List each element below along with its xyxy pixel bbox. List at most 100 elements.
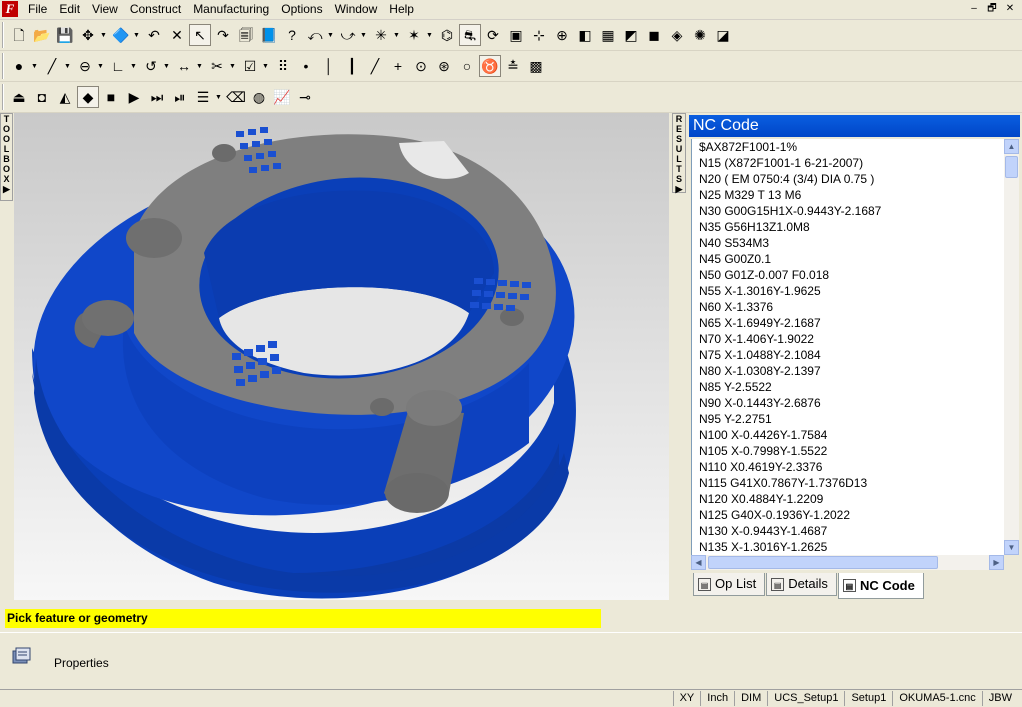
- dropdown-arrow-icon[interactable]: ▼: [97, 63, 104, 70]
- dropdown-arrow-icon[interactable]: ▼: [130, 63, 137, 70]
- play-icon[interactable]: ▶: [123, 86, 145, 108]
- menu-construct[interactable]: Construct: [124, 0, 187, 19]
- nc-line[interactable]: N50 G01Z-0.007 F0.018: [692, 267, 1005, 283]
- toolbox-tab[interactable]: T O O L B O X ▶: [0, 113, 13, 201]
- save-icon[interactable]: 💾: [54, 24, 76, 46]
- nc-line[interactable]: N125 G40X-0.1936Y-1.2022: [692, 507, 1005, 523]
- crosshair-icon[interactable]: +: [387, 55, 409, 77]
- menu-edit[interactable]: Edit: [53, 0, 86, 19]
- mesh-icon[interactable]: ▦: [597, 24, 619, 46]
- restore-button[interactable]: 🗗: [984, 1, 1000, 16]
- color-icon[interactable]: ◈: [666, 24, 688, 46]
- center-point-icon[interactable]: ⊛: [433, 55, 455, 77]
- stop-icon[interactable]: ■: [100, 86, 122, 108]
- checkbox-icon[interactable]: ☑: [239, 55, 261, 77]
- vertical-scrollbar[interactable]: ▲ ▼: [1004, 139, 1019, 555]
- pocket-icon[interactable]: ◭: [54, 86, 76, 108]
- stock-icon[interactable]: ▣: [505, 24, 527, 46]
- diagonal-icon[interactable]: ╱: [364, 55, 386, 77]
- scroll-down-icon[interactable]: ▼: [1004, 540, 1019, 555]
- dropdown-arrow-icon[interactable]: ▼: [393, 32, 400, 39]
- concentric-square-icon[interactable]: ◘: [31, 86, 53, 108]
- app-logo-icon[interactable]: F: [2, 1, 18, 17]
- curve-icon[interactable]: ⤺: [304, 24, 326, 46]
- open-folder-icon[interactable]: 📂: [31, 24, 53, 46]
- grid-toggle-icon[interactable]: ▩: [525, 55, 547, 77]
- vertical-scroll-thumb[interactable]: [1005, 156, 1018, 178]
- expand-arrow-icon[interactable]: ▶: [673, 184, 685, 194]
- menu-view[interactable]: View: [86, 0, 124, 19]
- help-book-icon[interactable]: 📘: [258, 24, 280, 46]
- view-3d-icon[interactable]: ◧: [574, 24, 596, 46]
- shaded-sphere-icon[interactable]: ◍: [248, 86, 270, 108]
- delete-icon[interactable]: ✕: [166, 24, 188, 46]
- ucs-icon[interactable]: ⊹: [528, 24, 550, 46]
- dropdown-arrow-icon[interactable]: ▼: [229, 63, 236, 70]
- nc-line[interactable]: N35 G56H13Z1.0M8: [692, 219, 1005, 235]
- dropdown-arrow-icon[interactable]: ▼: [327, 32, 334, 39]
- graphics-viewport[interactable]: [14, 113, 669, 600]
- menu-manufacturing[interactable]: Manufacturing: [187, 0, 275, 19]
- expand-arrow-icon[interactable]: ▶: [1, 184, 12, 194]
- nc-line[interactable]: N20 ( EM 0750:4 (3/4) DIA 0.75 ): [692, 171, 1005, 187]
- menu-window[interactable]: Window: [329, 0, 384, 19]
- dot-icon[interactable]: •: [295, 55, 317, 77]
- vertical-line-icon[interactable]: │: [318, 55, 340, 77]
- dropdown-arrow-icon[interactable]: ▼: [100, 32, 107, 39]
- snap-mode-icon[interactable]: ♉: [479, 55, 501, 77]
- step-end-icon[interactable]: ⏯: [169, 86, 191, 108]
- dropdown-arrow-icon[interactable]: ▼: [262, 63, 269, 70]
- ring-icon[interactable]: ○: [456, 55, 478, 77]
- simulate-icon[interactable]: ⟳: [482, 24, 504, 46]
- nc-line[interactable]: N135 X-1.3016Y-1.2625: [692, 539, 1005, 555]
- tool-path-icon[interactable]: ⌬: [436, 24, 458, 46]
- point-icon[interactable]: ●: [8, 55, 30, 77]
- properties-icon[interactable]: [12, 645, 34, 665]
- dimension-icon[interactable]: ↔: [173, 55, 195, 77]
- nc-line[interactable]: N95 Y-2.2751: [692, 411, 1005, 427]
- axis-icon[interactable]: ⊕: [551, 24, 573, 46]
- nc-line[interactable]: $AX872F1001-1%: [692, 139, 1005, 155]
- move-icon[interactable]: ✥: [77, 24, 99, 46]
- tab-details[interactable]: ▤ Details: [766, 573, 837, 596]
- new-file-icon[interactable]: 🗋: [8, 24, 30, 46]
- vertical-red-icon[interactable]: ┃: [341, 55, 363, 77]
- nc-line[interactable]: N80 X-1.0308Y-2.1397: [692, 363, 1005, 379]
- chart-icon[interactable]: 📈: [271, 86, 293, 108]
- arc-draw-icon[interactable]: ↺: [140, 55, 162, 77]
- nc-line[interactable]: N100 X-0.4426Y-1.7584: [692, 427, 1005, 443]
- probe-icon[interactable]: ⊸: [294, 86, 316, 108]
- scroll-right-icon[interactable]: ▶: [989, 555, 1004, 570]
- nc-line[interactable]: N70 X-1.406Y-1.9022: [692, 331, 1005, 347]
- results-tab[interactable]: R E S U L T S ▶: [672, 113, 686, 194]
- scroll-up-icon[interactable]: ▲: [1004, 139, 1019, 154]
- snap-grid-icon[interactable]: ✶: [403, 24, 425, 46]
- nc-line[interactable]: N120 X0.4884Y-1.2209: [692, 491, 1005, 507]
- trim-icon[interactable]: ✂: [206, 55, 228, 77]
- view-icon[interactable]: 🔷: [110, 24, 132, 46]
- surface-icon[interactable]: ◩: [620, 24, 642, 46]
- dropdown-arrow-icon[interactable]: ▼: [196, 63, 203, 70]
- eject-icon[interactable]: ⏏: [8, 86, 30, 108]
- undo-icon[interactable]: ↶: [143, 24, 165, 46]
- redo-icon[interactable]: ↷: [212, 24, 234, 46]
- circle-icon[interactable]: ⊖: [74, 55, 96, 77]
- horizontal-scroll-thumb[interactable]: [708, 556, 938, 569]
- dropdown-arrow-icon[interactable]: ▼: [31, 63, 38, 70]
- line-icon[interactable]: ╱: [41, 55, 63, 77]
- grid-dots-icon[interactable]: ⠿: [272, 55, 294, 77]
- nc-line[interactable]: N45 G00Z0.1: [692, 251, 1005, 267]
- minimize-button[interactable]: –: [966, 1, 982, 16]
- dropdown-arrow-icon[interactable]: ▼: [163, 63, 170, 70]
- nc-line[interactable]: N25 M329 T 13 M6: [692, 187, 1005, 203]
- dropdown-arrow-icon[interactable]: ▼: [133, 32, 140, 39]
- horizontal-scrollbar[interactable]: ◀ ▶: [691, 555, 1004, 570]
- nc-line[interactable]: N130 X-0.9443Y-1.4687: [692, 523, 1005, 539]
- nc-line[interactable]: N40 S534M3: [692, 235, 1005, 251]
- eraser-icon[interactable]: ⌫: [225, 86, 247, 108]
- menu-file[interactable]: File: [22, 0, 53, 19]
- explode-icon[interactable]: ✺: [689, 24, 711, 46]
- nc-line[interactable]: N15 (X872F1001-1 6-21-2007): [692, 155, 1005, 171]
- menu-options[interactable]: Options: [275, 0, 328, 19]
- arc-icon[interactable]: ⤻: [337, 24, 359, 46]
